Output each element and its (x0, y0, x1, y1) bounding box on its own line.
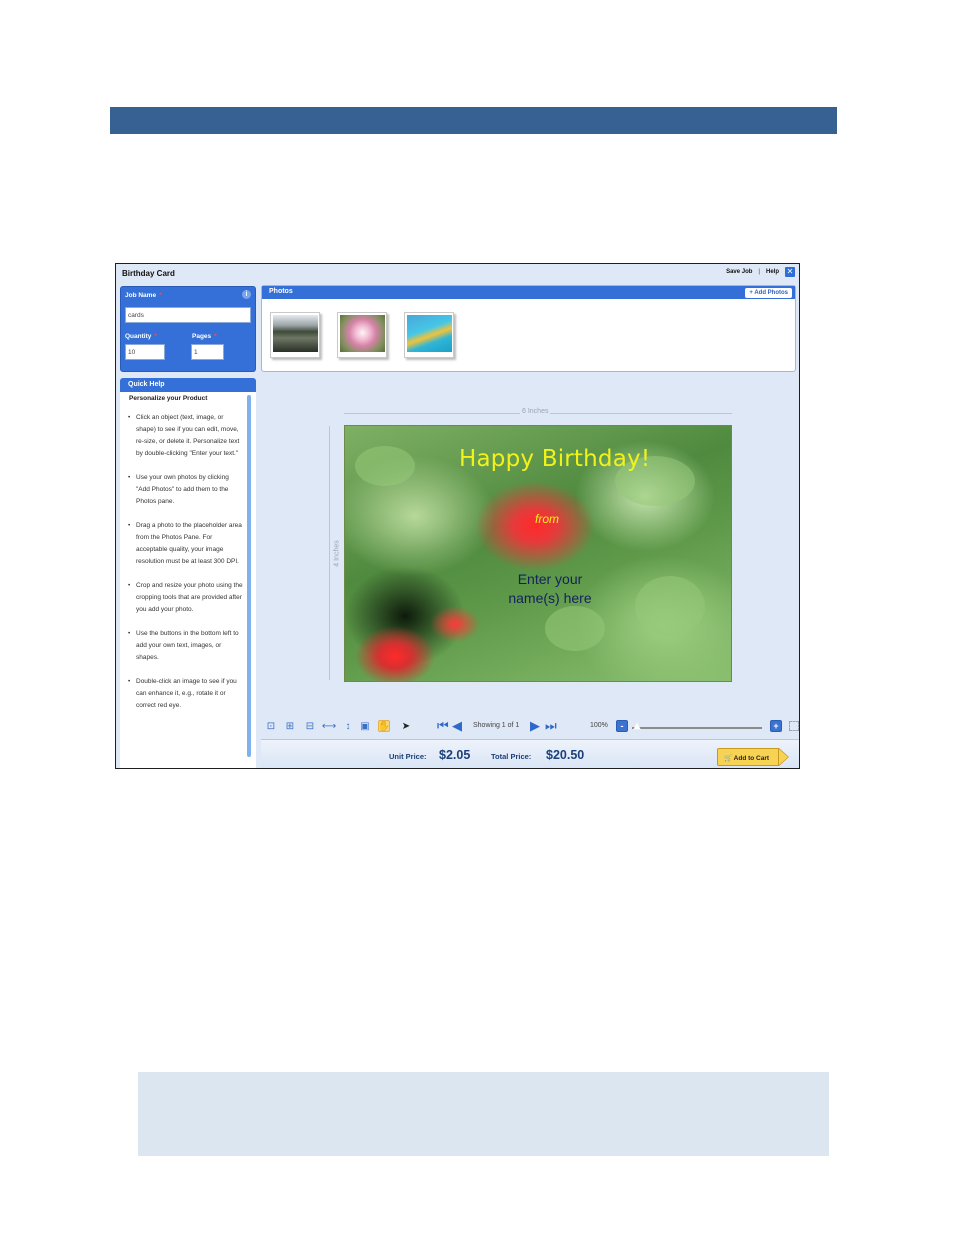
help-item: Click an object (text, image, or shape) … (128, 412, 244, 460)
height-ruler (329, 426, 330, 680)
job-name-label: Job Name * (125, 292, 162, 299)
unit-price-value: $2.05 (439, 748, 471, 762)
leaf-shape (635, 576, 705, 636)
app-title: Birthday Card (122, 269, 175, 278)
card-canvas[interactable]: Happy Birthday! from Enter your name(s) … (344, 425, 732, 682)
info-icon[interactable]: i (242, 290, 251, 299)
help-item: Double-click an image to see if you can … (128, 676, 244, 712)
lake-photo-image (273, 315, 318, 352)
card-name-line: name(s) here (508, 590, 592, 606)
photos-title: Photos (269, 288, 293, 295)
card-name-text[interactable]: Enter your name(s) here (495, 570, 605, 608)
fit-width-icon[interactable]: ⊞ (284, 720, 296, 732)
add-to-cart-label: Add to Cart (733, 755, 770, 762)
photos-header: Photos + Add Photos (262, 286, 795, 299)
document-header-bar (110, 107, 837, 134)
fit-page-icon[interactable]: ⊡ (265, 720, 277, 732)
document-footer-box (138, 1072, 829, 1156)
photo-thumbnail-lake[interactable] (270, 312, 320, 358)
zoom-out-button[interactable]: - (616, 720, 628, 732)
help-link[interactable]: Help (766, 269, 779, 275)
first-page-icon[interactable]: ⏮ (437, 719, 449, 733)
help-item: Drag a photo to the placeholder area fro… (128, 520, 244, 568)
fullscreen-icon[interactable] (789, 721, 799, 731)
actual-size-icon[interactable]: ⊟ (304, 720, 316, 732)
quantity-input[interactable] (125, 344, 165, 360)
pages-label: Pages * (192, 333, 217, 340)
photos-panel: Photos + Add Photos (261, 285, 796, 372)
quick-help-title: Personalize your Product (129, 395, 208, 402)
job-name-input[interactable] (125, 307, 251, 323)
card-name-line: Enter your (517, 571, 583, 587)
add-photos-button[interactable]: + Add Photos (745, 288, 792, 298)
next-page-icon[interactable]: ▶ (530, 719, 540, 733)
job-panel: Job Name* i Quantity* Pages* (120, 286, 256, 372)
add-to-cart-button[interactable]: 🛒 Add to Cart (717, 748, 779, 766)
close-icon[interactable]: ✕ (785, 267, 795, 277)
total-price-label: Total Price: (491, 752, 532, 761)
zoom-slider-thumb[interactable] (633, 722, 641, 730)
help-item: Crop and resize your photo using the cro… (128, 580, 244, 616)
leaf-shape (545, 606, 605, 651)
card-from-text[interactable]: from (535, 512, 559, 526)
pages-input[interactable] (191, 344, 224, 360)
shape-icon[interactable]: ▣ (359, 720, 371, 732)
title-separator: | (758, 269, 760, 275)
unit-price-label: Unit Price: (389, 752, 427, 761)
flower-photo-image (340, 315, 385, 352)
add-to-cart-arrow-fill (779, 749, 788, 765)
help-item: Use your own photos by clicking "Add Pho… (128, 472, 244, 508)
quick-help-list: Click an object (text, image, or shape) … (128, 412, 244, 724)
app-titlebar: Birthday Card Save Job | Help ✕ (116, 264, 799, 284)
quick-help-panel: Personalize your Product Click an object… (120, 392, 256, 768)
page-indicator: Showing 1 of 1 (473, 722, 520, 729)
zoom-slider-track[interactable] (632, 727, 762, 729)
photo-thumbnail-flower[interactable] (337, 312, 387, 358)
last-page-icon[interactable]: ⏭ (545, 719, 557, 733)
leaf-shape (355, 446, 415, 486)
colorful-photo-image (407, 315, 452, 352)
title-links: Save Job | Help ✕ (726, 267, 795, 277)
pointer-icon[interactable]: ➤ (400, 720, 412, 732)
price-bar: Unit Price: $2.05 Total Price: $20.50 🛒 … (261, 739, 799, 768)
product-designer-window: Birthday Card Save Job | Help ✕ Job Name… (115, 263, 800, 769)
quick-help-scrollbar[interactable] (247, 395, 251, 757)
horizontal-resize-icon[interactable]: ⟷ (322, 720, 336, 732)
height-ruler-label: 4 Inches (333, 538, 341, 569)
hand-pan-icon[interactable]: ✋ (378, 720, 390, 732)
save-job-link[interactable]: Save Job (726, 269, 752, 275)
vertical-resize-icon[interactable]: ↕ (342, 720, 354, 732)
zoom-level-label: 100% (590, 722, 608, 729)
quantity-label: Quantity * (125, 333, 157, 340)
help-item: Use the buttons in the bottom left to ad… (128, 628, 244, 664)
canvas-toolbar: ⊡ ⊞ ⊟ ⟷ ↕ ▣ ✋ ➤ ⏮ ◀ Showing 1 of 1 ▶ ⏭ 1… (264, 718, 799, 736)
zoom-in-button[interactable]: + (770, 720, 782, 732)
quick-help-header[interactable]: Quick Help (120, 378, 256, 392)
total-price-value: $20.50 (546, 748, 585, 762)
width-ruler-label: 6 Inches (520, 408, 551, 415)
cart-icon: 🛒 (724, 755, 733, 762)
photo-thumbnail-colorful[interactable] (404, 312, 454, 358)
card-headline-text[interactable]: Happy Birthday! (459, 446, 650, 472)
previous-page-icon[interactable]: ◀ (452, 719, 462, 733)
